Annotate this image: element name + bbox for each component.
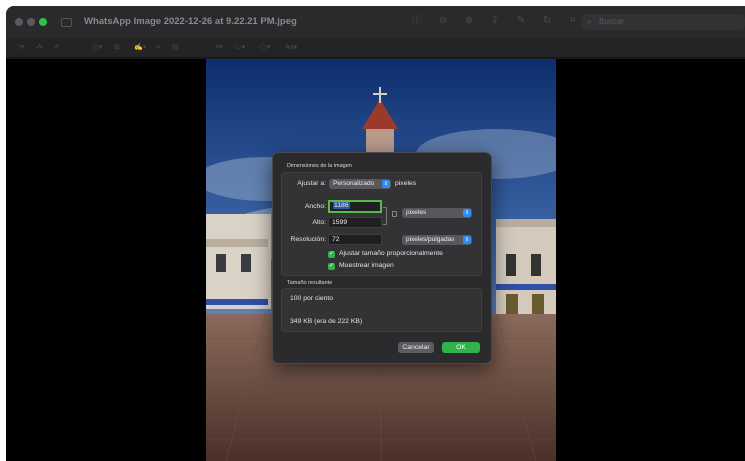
chevron-updown-icon: ⇕ [463, 236, 471, 244]
search-input[interactable]: ⌕ Buscar [581, 14, 745, 30]
sign-icon[interactable]: ✍▾ [134, 43, 146, 53]
note-icon[interactable]: ≡ [156, 43, 160, 53]
title-bar: WhatsApp Image 2022-12-26 at 9.22.21 PM.… [6, 6, 745, 38]
sidebar-toggle-icon[interactable] [61, 18, 72, 27]
resolution-label: Resolución: [290, 236, 326, 243]
info-icon[interactable]: ⓘ [411, 15, 423, 27]
height-field[interactable]: 1599 [328, 217, 382, 228]
cancel-label: Cancelar [402, 344, 430, 351]
chevron-updown-icon: ⇕ [463, 209, 471, 217]
shape-style-icon[interactable]: ≡▾ [215, 43, 223, 53]
shapes-icon[interactable]: ◰▾ [92, 43, 102, 53]
scale-proportionally-label: Ajustar tamaño proporcionalmente [339, 250, 443, 257]
height-value: 1599 [332, 219, 348, 226]
fit-unit-label: pixeles [395, 180, 417, 187]
share-icon[interactable]: ⇪ [489, 15, 501, 27]
scale-proportionally-checkbox[interactable]: ✓ [328, 251, 335, 258]
result-section-title: Tamaño resultante [287, 280, 333, 286]
ok-button[interactable]: OK [442, 342, 480, 353]
search-placeholder: Buscar [599, 17, 624, 26]
lock-icon [392, 211, 397, 217]
size-unit-value: pixeles [406, 209, 427, 216]
ok-label: OK [456, 344, 466, 351]
width-field[interactable]: 1186 [328, 200, 382, 213]
minimize-window-button[interactable] [27, 18, 35, 26]
size-unit-popup[interactable]: pixeles ⇕ [402, 208, 472, 218]
markup-toolbar: ⬚▾ ⁂ ✐ ◰▾ ⊞ ✍▾ ≡ ▤ ≡▾ ▭▾ ▢▾ Aa▾ [6, 38, 745, 58]
resolution-field[interactable]: 72 [328, 234, 382, 245]
constrain-bracket [383, 207, 387, 225]
resolution-unit-popup[interactable]: pixeles/pulgadas ⇕ [402, 235, 472, 245]
zoom-out-icon[interactable]: ⊖ [437, 15, 449, 27]
text-style-label: Aa [285, 44, 294, 51]
fit-value: Personalizado [333, 180, 375, 187]
selection-icon[interactable]: ⬚▾ [14, 43, 24, 53]
close-window-button[interactable] [15, 18, 23, 26]
resolution-value: 72 [332, 236, 340, 243]
result-group: 100 por ciento 349 KB (era de 222 KB) [281, 288, 482, 332]
search-icon: ⌕ [587, 16, 593, 26]
adjust-color-icon[interactable]: ▤ [172, 43, 179, 53]
width-label: Ancho: [304, 203, 326, 210]
crop-icon[interactable]: ⌗ [567, 15, 579, 27]
markup-icon[interactable]: ✎ [515, 15, 527, 27]
resample-label: Muestrear imagen [339, 262, 394, 269]
image-size-dialog: Dimensiones de la imagen Ajustar a: Pers… [272, 152, 492, 364]
height-label: Alto: [312, 219, 326, 226]
window-title: WhatsApp Image 2022-12-26 at 9.22.21 PM.… [84, 16, 297, 27]
chevron-updown-icon: ⇕ [382, 180, 390, 188]
resolution-unit-value: pixeles/pulgadas [406, 236, 455, 243]
fit-popup[interactable]: Personalizado ⇕ [329, 179, 391, 189]
toolbar-icons: ⓘ ⊖ ⊕ ⇪ ✎ ↻ ⌗ ◉ [411, 15, 605, 27]
dimensions-group: Ajustar a: Personalizado ⇕ pixeles Ancho… [281, 172, 482, 276]
resample-checkbox[interactable]: ✓ [328, 263, 335, 270]
text-icon[interactable]: ⊞ [114, 43, 120, 53]
dimensions-section-title: Dimensiones de la imagen [287, 163, 352, 169]
sketch-icon[interactable]: ✐ [54, 43, 60, 53]
zoom-in-icon[interactable]: ⊕ [463, 15, 475, 27]
instant-alpha-icon[interactable]: ⁂ [36, 43, 43, 53]
result-percent: 100 por ciento [290, 295, 334, 302]
result-size: 349 KB (era de 222 KB) [290, 318, 363, 325]
fit-label: Ajustar a: [297, 180, 326, 187]
cancel-button[interactable]: Cancelar [398, 342, 434, 353]
fill-color-icon[interactable]: ▢▾ [260, 43, 270, 53]
rotate-icon[interactable]: ↻ [541, 15, 553, 27]
border-color-icon[interactable]: ▭▾ [235, 43, 245, 53]
zoom-window-button[interactable] [39, 18, 47, 26]
text-style-button[interactable]: Aa▾ [285, 43, 297, 53]
width-value: 1186 [333, 202, 350, 209]
